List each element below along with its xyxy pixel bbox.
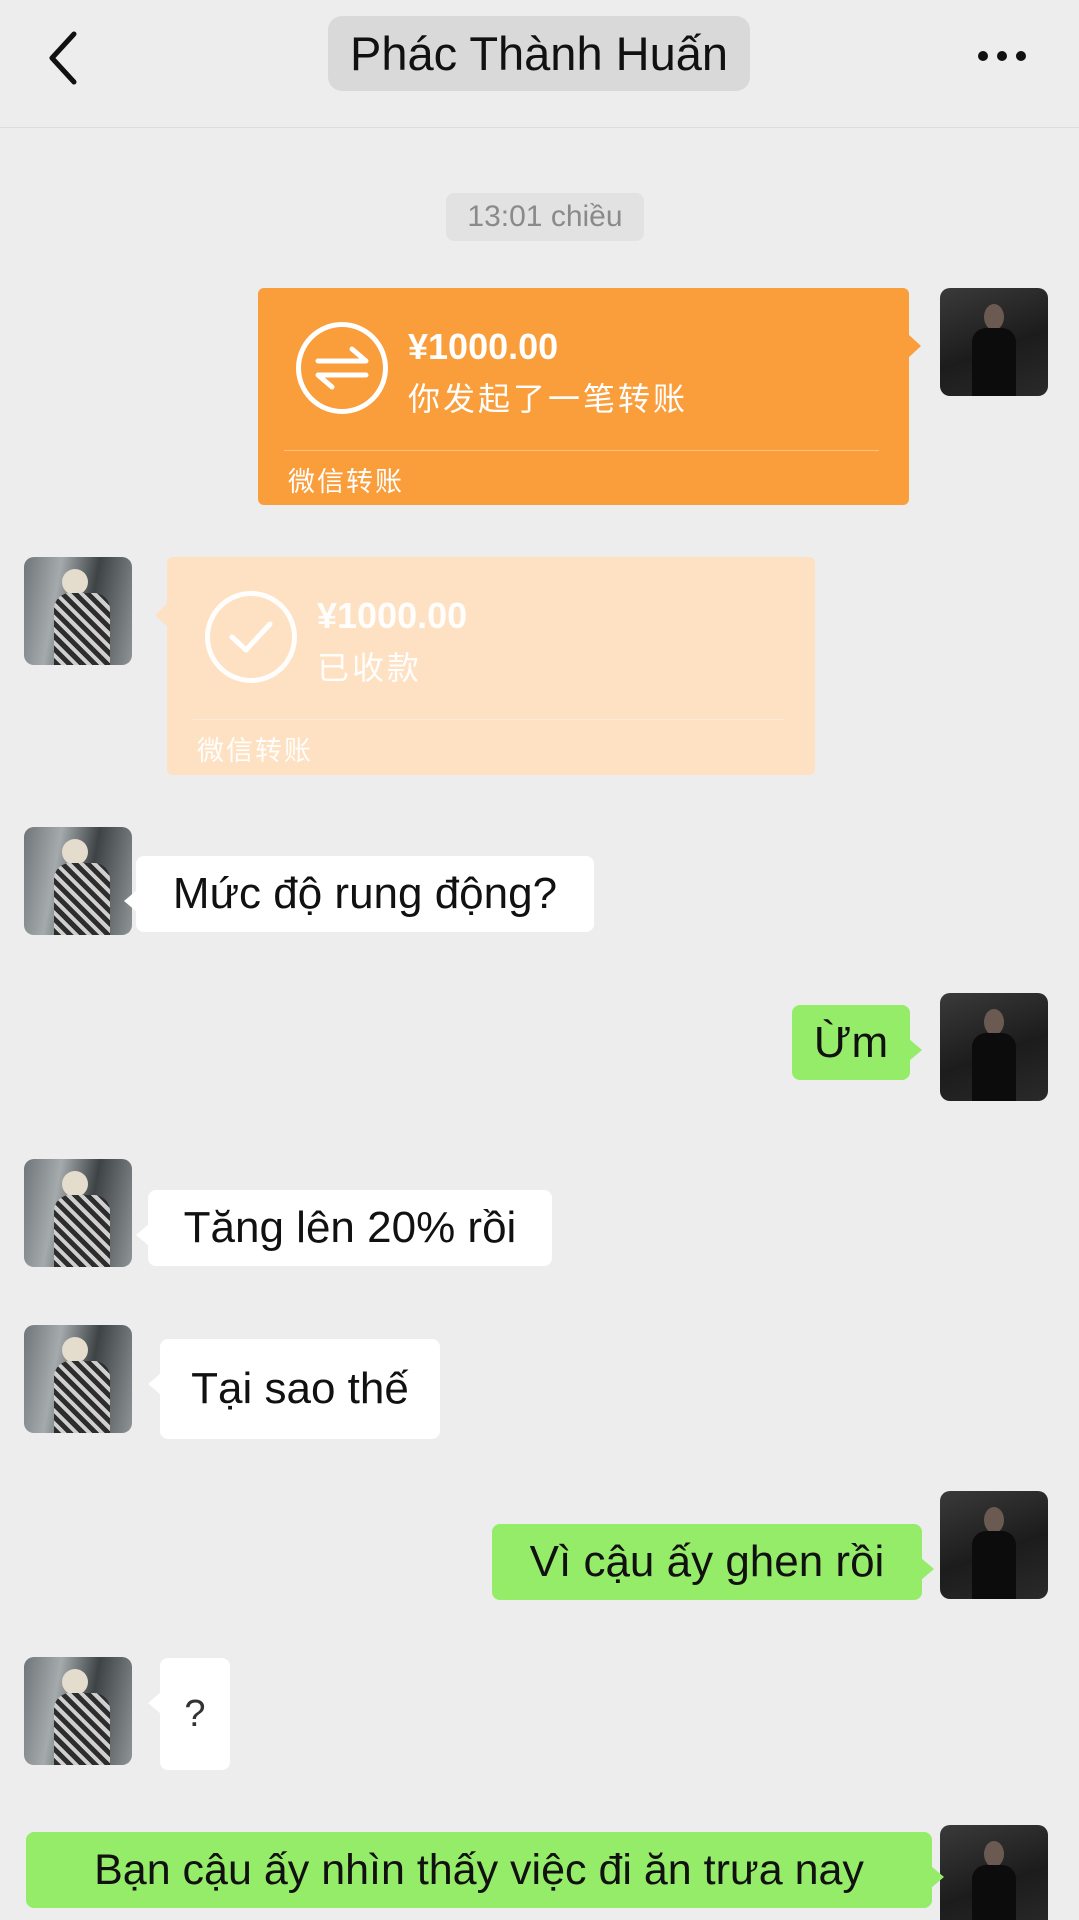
transfer-divider: [193, 719, 785, 720]
message-bubble-received[interactable]: Tại sao thế: [148, 1339, 440, 1439]
message-text: Tại sao thế: [191, 1364, 409, 1413]
message-bubble-received[interactable]: ?: [148, 1658, 230, 1770]
my-avatar[interactable]: [940, 1825, 1048, 1920]
message-text: Bạn cậu ấy nhìn thấy việc đi ăn trưa nay: [94, 1845, 864, 1894]
bubble-tail: [155, 603, 168, 627]
transfer-footer: 微信转账: [197, 736, 313, 766]
chat-title[interactable]: Phác Thành Huấn: [328, 16, 750, 91]
contact-avatar[interactable]: [24, 1657, 132, 1765]
more-dots-icon: [978, 51, 988, 61]
message-bubble-received[interactable]: Tăng lên 20% rồi: [136, 1190, 552, 1266]
bubble-tail: [124, 890, 137, 912]
message-text: Mức độ rung động?: [172, 869, 558, 918]
message-bubble-sent[interactable]: Vì cậu ấy ghen rồi: [492, 1524, 934, 1600]
bubble-tail: [136, 1224, 149, 1246]
transfer-card-sent[interactable]: ¥1000.00 你发起了一笔转账 微信转账: [258, 288, 921, 505]
bubble-tail: [909, 1039, 922, 1061]
transfer-card-received[interactable]: ¥1000.00 已收款 微信转账: [155, 557, 815, 775]
check-circle-icon: [205, 591, 297, 683]
message-timestamp: 13:01 chiều: [446, 193, 644, 241]
bubble-tail: [148, 1373, 161, 1395]
message-text: Tăng lên 20% rồi: [183, 1203, 517, 1252]
message-text: ?: [184, 1692, 206, 1735]
contact-avatar[interactable]: [24, 1325, 132, 1433]
message-bubble-received[interactable]: Mức độ rung động?: [124, 856, 594, 932]
my-avatar[interactable]: [940, 993, 1048, 1101]
transfer-amount: ¥1000.00: [317, 595, 468, 636]
contact-avatar[interactable]: [24, 557, 132, 665]
chat-header: Phác Thành Huấn: [0, 0, 1079, 128]
message-text: Ừm: [813, 1017, 889, 1067]
bubble-tail: [921, 1558, 934, 1580]
bubble-tail: [931, 1866, 944, 1888]
my-avatar[interactable]: [940, 288, 1048, 396]
more-dot: [997, 51, 1007, 61]
contact-avatar[interactable]: [24, 827, 132, 935]
bubble-tail: [148, 1692, 161, 1714]
transfer-amount: ¥1000.00: [408, 326, 559, 367]
back-button[interactable]: [38, 26, 94, 90]
transfer-divider: [284, 450, 879, 451]
bubble-tail: [908, 334, 921, 358]
transfer-description: 已收款: [317, 650, 423, 686]
transfer-arrows-icon: [296, 322, 388, 414]
more-options-button[interactable]: [972, 38, 1032, 74]
message-text: Vì cậu ấy ghen rồi: [529, 1537, 885, 1586]
more-dot: [1016, 51, 1026, 61]
message-bubble-sent[interactable]: Ừm: [792, 1005, 922, 1080]
chevron-left-icon: [49, 31, 77, 85]
transfer-footer: 微信转账: [288, 467, 404, 497]
message-bubble-sent[interactable]: Bạn cậu ấy nhìn thấy việc đi ăn trưa nay: [26, 1832, 944, 1908]
contact-avatar[interactable]: [24, 1159, 132, 1267]
transfer-description: 你发起了一笔转账: [408, 381, 689, 417]
my-avatar[interactable]: [940, 1491, 1048, 1599]
